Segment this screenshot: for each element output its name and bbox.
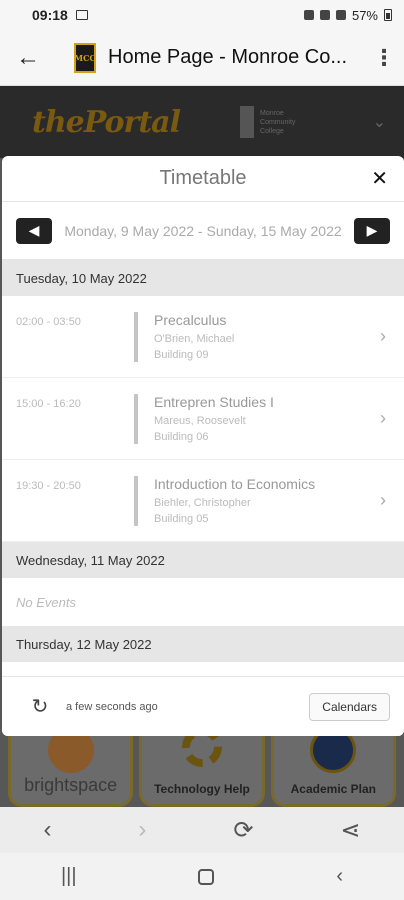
tile-label: brightspace [24,775,118,795]
status-bar: 09:18 57% [0,0,404,30]
browser-back-icon[interactable]: ‹ [43,816,51,844]
close-icon[interactable]: ✕ [371,166,388,191]
event-location: Building 09 [154,349,209,361]
day-header: Wednesday, 11 May 2022 [2,542,404,578]
system-nav-bar: ||| ‹ [0,853,404,900]
browser-forward-icon[interactable]: › [138,816,146,844]
portal-logo: thePortal [32,104,181,140]
status-icons: 57% [303,7,392,23]
arrow-right-icon: ▶ [366,222,378,238]
event-row[interactable]: 02:00 - 03:50 Precalculus O'Brien, Micha… [2,296,404,378]
event-info: Precalculus O'Brien, Michael Building 09 [154,312,390,363]
modal-header: Timetable ✕ [2,156,404,202]
event-time: 19:30 - 20:50 [16,480,81,492]
event-divider [134,394,138,444]
college-name: Monroe Community College [260,109,296,135]
battery-percent: 57% [351,7,378,23]
modal-footer: ↻ a few seconds ago Calendars [2,676,404,736]
event-location: Building 05 [154,513,209,525]
tile-academic-plan[interactable]: Academic Plan [270,727,396,807]
event-instructor: Biehler, Christopher [154,497,251,509]
refresh-icon[interactable]: ↻ [20,694,60,719]
system-back-icon[interactable]: ‹ [336,865,343,888]
event-row[interactable]: 15:00 - 16:20 Entrepren Studies I Mareus… [2,378,404,460]
tile-label: Academic Plan [290,782,376,796]
reload-icon[interactable]: ⟳ [233,816,253,845]
image-notification-icon [75,10,88,20]
arrow-left-icon: ◀ [28,222,40,238]
tile-brightspace[interactable]: brightspace [8,727,134,807]
chevron-down-icon[interactable]: ⌄ [373,112,386,132]
tile-technology-help[interactable]: Technology Help [139,727,265,807]
signal-icon [335,10,346,20]
home-icon[interactable] [198,868,215,885]
mute-icon [319,10,330,20]
mcc-logo: MCC [74,42,96,73]
event-row[interactable]: 19:30 - 20:50 Introduction to Economics … [2,460,404,542]
event-instructor: Mareus, Roosevelt [154,415,246,427]
event-info: Entrepren Studies I Mareus, Roosevelt Bu… [154,394,390,445]
event-divider [134,476,138,526]
event-title: Entrepren Studies I [154,394,274,410]
no-events-label: No Events [16,594,76,610]
day-header: Thursday, 12 May 2022 [2,626,404,662]
status-time: 09:18 [32,7,68,23]
timetable-modal: Timetable ✕ ◀ Monday, 9 May 2022 - Sunda… [2,156,404,736]
battery-icon [384,9,392,21]
recent-apps-icon[interactable]: ||| [61,865,77,888]
app-tiles: brightspace Technology Help Academic Pla… [0,727,404,807]
browser-toolbar: ‹ › ⟳ ⋖ [0,807,404,853]
share-icon[interactable]: ⋖ [340,816,360,845]
modal-title: Timetable [159,167,247,189]
portal-header: thePortal Monroe Community College ⌄ [0,86,404,158]
event-time: 15:00 - 16:20 [16,398,81,410]
chevron-right-icon: › [380,326,386,346]
alarm-icon [303,10,314,20]
event-info: Introduction to Economics Biehler, Chris… [154,476,390,527]
app-toolbar: ← MCC Home Page - Monroe Co... ⋮ [0,30,404,86]
week-range: Monday, 9 May 2022 - Sunday, 15 May 2022 [64,222,342,239]
back-arrow-icon[interactable]: ← [0,44,56,72]
college-seal [240,106,255,138]
event-title: Precalculus [154,312,227,328]
calendars-button[interactable]: Calendars [309,692,390,721]
previous-week-button[interactable]: ◀ [16,217,52,244]
event-time: 02:00 - 03:50 [16,316,81,328]
event-divider [134,312,138,362]
event-title: Introduction to Economics [154,476,316,492]
chevron-right-icon: › [380,490,386,510]
next-week-button[interactable]: ▶ [354,217,390,244]
page-title: Home Page - Monroe Co... [108,46,347,68]
tile-label: Technology Help [154,782,250,796]
chevron-right-icon: › [380,408,386,428]
event-location: Building 06 [154,431,209,443]
more-options-icon[interactable]: ⋮ [364,45,404,71]
event-instructor: O'Brien, Michael [154,333,235,345]
day-header: Tuesday, 10 May 2022 [2,260,404,296]
week-navigator: ◀ Monday, 9 May 2022 - Sunday, 15 May 20… [2,202,404,260]
last-refreshed-text: a few seconds ago [66,700,158,713]
